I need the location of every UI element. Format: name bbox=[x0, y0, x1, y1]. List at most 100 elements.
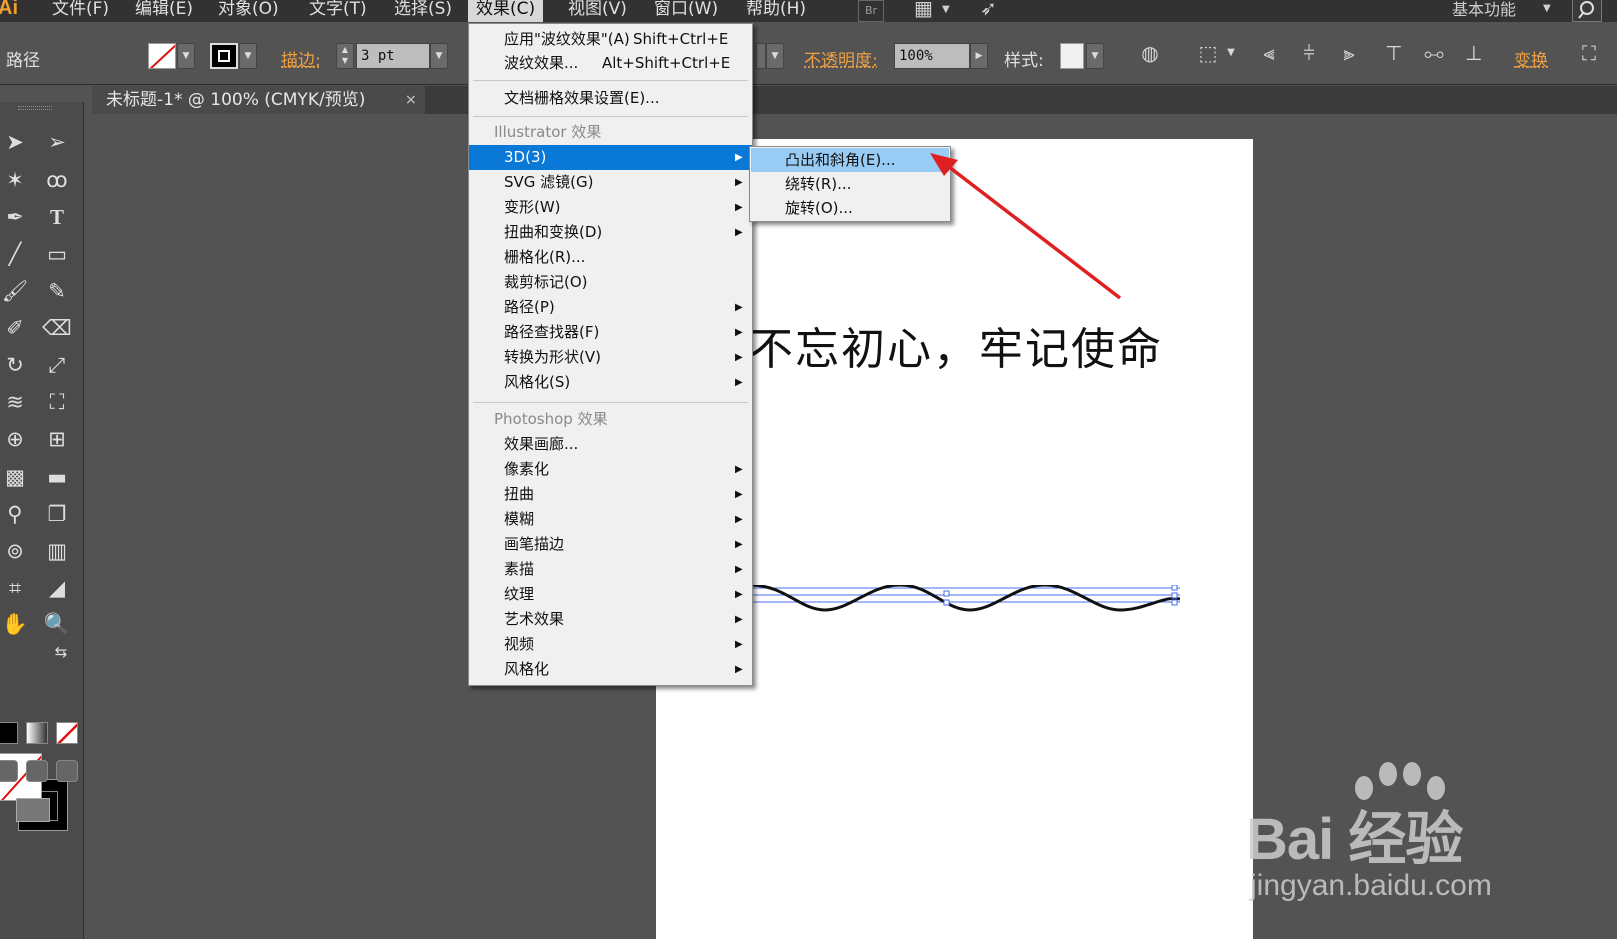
fill-dropdown[interactable]: ▼ bbox=[177, 43, 195, 69]
panel-grip[interactable] bbox=[18, 106, 52, 110]
menu-item-warp[interactable]: 变形(W) ▶ bbox=[469, 195, 752, 220]
arrange-documents-icon[interactable]: ▦ bbox=[914, 0, 933, 20]
direct-selection-tool-icon[interactable]: ➢ bbox=[42, 127, 72, 157]
menu-item-convert-to-shape[interactable]: 转换为形状(V) ▶ bbox=[469, 345, 752, 370]
pencil-tool-icon[interactable]: ✎ bbox=[42, 276, 72, 306]
shape-builder-tool-icon[interactable]: ⊕ bbox=[0, 424, 30, 454]
slice-tool-icon[interactable]: ◢ bbox=[42, 573, 72, 603]
screen-mode-icon[interactable] bbox=[16, 798, 50, 822]
chevron-down-icon[interactable]: ▼ bbox=[1218, 40, 1244, 66]
menu-item-texture[interactable]: 纹理 ▶ bbox=[469, 582, 752, 607]
variable-width-field[interactable] bbox=[756, 43, 766, 69]
line-tool-icon[interactable]: ╱ bbox=[0, 239, 30, 269]
draw-behind-icon[interactable] bbox=[26, 760, 48, 782]
blend-tool-icon[interactable]: ❐ bbox=[42, 499, 72, 529]
stroke-dropdown[interactable]: ▼ bbox=[239, 43, 257, 69]
menu-item-3d[interactable]: 3D(3) ▶ bbox=[469, 145, 752, 170]
pen-tool-icon[interactable]: ✒ bbox=[0, 202, 30, 232]
mesh-tool-icon[interactable]: ▩ bbox=[0, 462, 30, 492]
recolor-artwork-icon[interactable]: ◍ bbox=[1137, 40, 1163, 66]
align-vertical-center-icon[interactable]: ⧟ bbox=[1421, 40, 1447, 66]
apply-last-effect-item[interactable]: 应用"波纹效果"(A) Shift+Ctrl+E bbox=[469, 27, 752, 52]
menu-item-brush-strokes[interactable]: 画笔描边 ▶ bbox=[469, 532, 752, 557]
magic-wand-tool-icon[interactable]: ✶ bbox=[0, 165, 30, 195]
stroke-weight-dropdown[interactable]: ▼ bbox=[430, 43, 448, 69]
perspective-grid-tool-icon[interactable]: ⊞ bbox=[42, 424, 72, 454]
sync-icon[interactable]: ➶ bbox=[980, 0, 997, 20]
menu-item-stylize[interactable]: 风格化(S) ▶ bbox=[469, 370, 752, 395]
selection-tool-icon[interactable]: ➤ bbox=[0, 127, 30, 157]
eyedropper-tool-icon[interactable]: ⚲ bbox=[0, 499, 30, 529]
workspace-switcher[interactable]: 基本功能 bbox=[1452, 0, 1516, 20]
isolate-selection-icon[interactable]: ⛶ bbox=[1576, 40, 1602, 66]
menu-file[interactable]: 文件(F) bbox=[44, 0, 117, 22]
menu-item-distort[interactable]: 扭曲 ▶ bbox=[469, 482, 752, 507]
opacity-input[interactable]: 100% bbox=[894, 43, 970, 69]
align-horizontal-center-icon[interactable]: ⫩ bbox=[1296, 40, 1322, 66]
eraser-tool-icon[interactable]: ⌫ bbox=[42, 313, 72, 343]
menu-item-path[interactable]: 路径(P) ▶ bbox=[469, 295, 752, 320]
draw-normal-icon[interactable] bbox=[0, 760, 18, 782]
artboard-tool-icon[interactable]: ⌗ bbox=[0, 573, 30, 603]
menu-item-pixelate[interactable]: 像素化 ▶ bbox=[469, 457, 752, 482]
close-icon[interactable]: × bbox=[405, 86, 417, 114]
type-tool-icon[interactable]: T bbox=[42, 202, 72, 232]
menu-item-pathfinder[interactable]: 路径查找器(F) ▶ bbox=[469, 320, 752, 345]
scale-tool-icon[interactable]: ⤢ bbox=[42, 350, 72, 380]
menu-object[interactable]: 对象(O) bbox=[210, 0, 287, 22]
style-dropdown[interactable]: ▼ bbox=[1086, 43, 1104, 69]
opacity-label[interactable]: 不透明度: bbox=[804, 46, 878, 71]
menu-edit[interactable]: 编辑(E) bbox=[127, 0, 201, 22]
align-left-icon[interactable]: ⫷ bbox=[1256, 40, 1282, 66]
align-bottom-icon[interactable]: ⊥ bbox=[1461, 40, 1487, 66]
menu-view[interactable]: 视图(V) bbox=[560, 0, 635, 22]
canvas-text-object[interactable]: 不忘初心，牢记使命 bbox=[749, 313, 1163, 377]
menu-effect[interactable]: 效果(C) bbox=[468, 0, 544, 22]
stroke-swatch[interactable] bbox=[210, 43, 238, 69]
selected-wave-path[interactable] bbox=[700, 585, 1180, 625]
menu-item-stylize-photoshop[interactable]: 风格化 ▶ bbox=[469, 657, 752, 682]
document-tab[interactable]: 未标题-1* @ 100% (CMYK/预览) × bbox=[92, 86, 425, 114]
free-transform-tool-icon[interactable]: ⛶ bbox=[42, 387, 72, 417]
fill-swatch[interactable] bbox=[148, 43, 176, 69]
menu-item-video[interactable]: 视频 ▶ bbox=[469, 632, 752, 657]
draw-inside-icon[interactable] bbox=[56, 760, 78, 782]
variable-width-dropdown[interactable]: ▼ bbox=[766, 43, 784, 69]
stroke-weight-input[interactable]: 3 pt bbox=[356, 43, 430, 69]
menu-item-rasterize[interactable]: 栅格化(R)... bbox=[469, 245, 752, 270]
align-top-icon[interactable]: ⊤ bbox=[1381, 40, 1407, 66]
gradient-tool-icon[interactable]: ▬ bbox=[42, 462, 72, 492]
rotate-tool-icon[interactable]: ↻ bbox=[0, 350, 30, 380]
hand-tool-icon[interactable]: ✋ bbox=[0, 609, 30, 639]
menu-item-distort-transform[interactable]: 扭曲和变换(D) ▶ bbox=[469, 220, 752, 245]
menu-select[interactable]: 选择(S) bbox=[386, 0, 460, 22]
menu-item-sketch[interactable]: 素描 ▶ bbox=[469, 557, 752, 582]
color-mode-icon[interactable] bbox=[0, 722, 18, 744]
last-effect-item[interactable]: 波纹效果... Alt+Shift+Ctrl+E bbox=[469, 51, 752, 76]
menu-item-blur[interactable]: 模糊 ▶ bbox=[469, 507, 752, 532]
menu-window[interactable]: 窗口(W) bbox=[646, 0, 726, 22]
gradient-mode-icon[interactable] bbox=[26, 722, 48, 744]
blob-brush-tool-icon[interactable]: ✐ bbox=[0, 313, 30, 343]
bridge-icon[interactable]: Br bbox=[858, 0, 884, 22]
search-button[interactable] bbox=[1572, 0, 1602, 22]
menu-type[interactable]: 文字(T) bbox=[301, 0, 375, 22]
lasso-tool-icon[interactable]: ꝏ bbox=[42, 165, 72, 195]
rectangle-tool-icon[interactable]: ▭ bbox=[42, 239, 72, 269]
zoom-tool-icon[interactable]: 🔍 bbox=[42, 609, 72, 639]
menu-item-svg-filters[interactable]: SVG 滤镜(G) ▶ bbox=[469, 170, 752, 195]
chevron-down-icon[interactable]: ▼ bbox=[1543, 3, 1551, 14]
menu-item-crop-marks[interactable]: 裁剪标记(O) bbox=[469, 270, 752, 295]
swap-fill-stroke-icon[interactable]: ⇆ bbox=[50, 642, 72, 662]
paintbrush-tool-icon[interactable]: 🖌 bbox=[0, 276, 30, 306]
symbol-sprayer-tool-icon[interactable]: ⊚ bbox=[0, 536, 30, 566]
stroke-weight-label[interactable]: 描边: bbox=[281, 46, 321, 71]
width-tool-icon[interactable]: ≋ bbox=[0, 387, 30, 417]
stroke-stepper[interactable]: ▲ ▼ bbox=[336, 43, 354, 69]
menu-item-effect-gallery[interactable]: 效果画廊... bbox=[469, 432, 752, 457]
menu-item-artistic[interactable]: 艺术效果 ▶ bbox=[469, 607, 752, 632]
transform-label[interactable]: 变换 bbox=[1514, 46, 1548, 71]
opacity-dropdown[interactable]: ▶ bbox=[970, 43, 988, 69]
graphic-style-swatch[interactable] bbox=[1060, 43, 1084, 69]
align-right-icon[interactable]: ⫸ bbox=[1336, 40, 1362, 66]
